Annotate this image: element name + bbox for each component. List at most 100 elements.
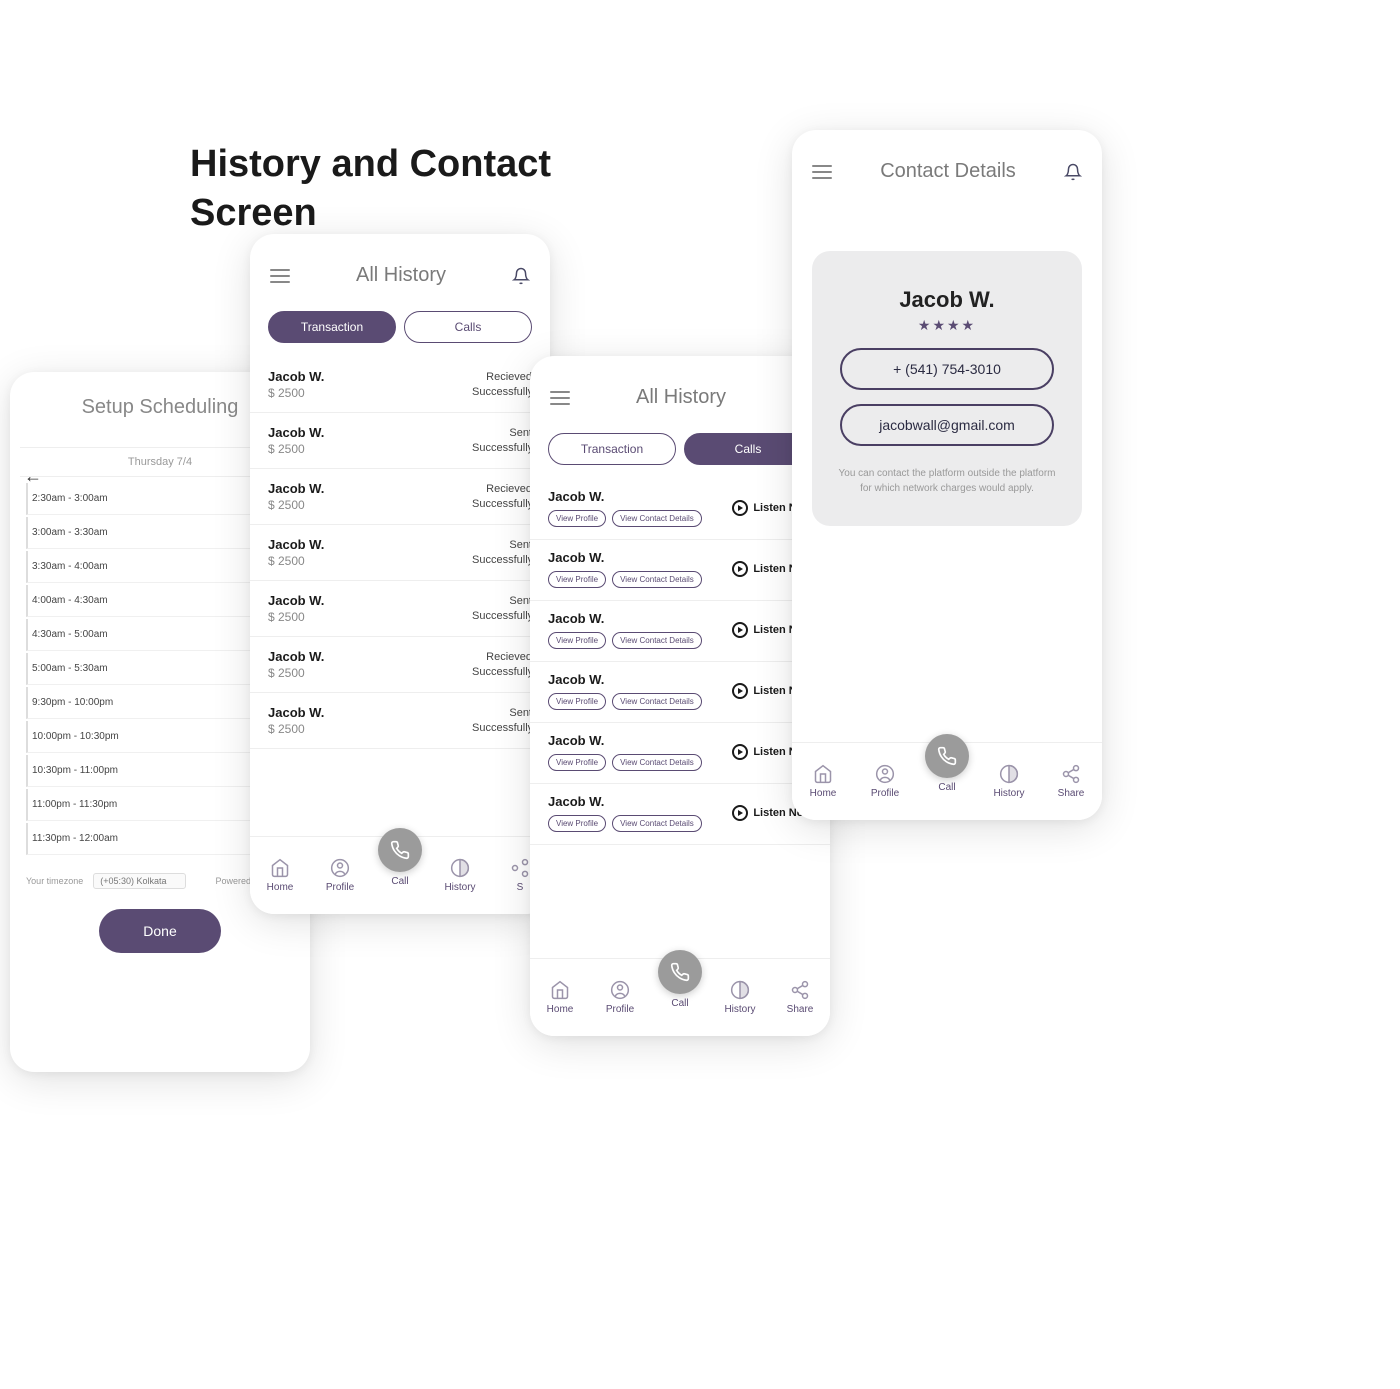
txn-amount: $ 2500 <box>268 554 324 568</box>
call-row: Jacob W.View ProfileView Contact Details… <box>530 723 830 784</box>
nav-home[interactable]: Home <box>792 764 854 799</box>
contact-name: Jacob W. <box>832 287 1062 313</box>
tab-transaction[interactable]: Transaction <box>268 311 396 343</box>
history-icon <box>999 764 1019 784</box>
nav-history[interactable]: History <box>710 980 770 1015</box>
txn-amount: $ 2500 <box>268 666 324 680</box>
view-profile-button[interactable]: View Profile <box>548 632 606 649</box>
view-profile-button[interactable]: View Profile <box>548 815 606 832</box>
call-row: Jacob W. View Profile View Contact Details… <box>530 784 830 845</box>
txn-name: Jacob W. <box>268 481 324 496</box>
call-row: Jacob W. View Profile View Contact Details… <box>530 540 830 601</box>
page-heading: History and Contact Screen <box>190 140 551 239</box>
tab-calls[interactable]: Calls <box>404 311 532 343</box>
txn-amount: $ 2500 <box>268 442 324 456</box>
transaction-row[interactable]: Jacob W. $ 2500 RecievedSuccessfully <box>250 469 550 525</box>
call-row: Jacob W. View Profile View Contact Details… <box>530 479 830 540</box>
profile-icon <box>610 980 630 1000</box>
tab-transaction[interactable]: Transaction <box>548 433 676 465</box>
history-icon <box>450 858 470 878</box>
view-contact-button[interactable]: View Contact Details <box>612 693 702 710</box>
history-title: All History <box>636 386 726 409</box>
transaction-row[interactable]: Jacob W. $ 2500 SentSuccessfully <box>250 581 550 637</box>
call-row: Jacob W. View Profile View Contact Details… <box>530 601 830 662</box>
call-name: Jacob W. <box>548 489 702 504</box>
txn-amount: $ 2500 <box>268 386 324 400</box>
nav-profile[interactable]: Profile <box>310 858 370 893</box>
phone-chip[interactable]: + (541) 754-3010 <box>840 348 1054 390</box>
share-icon <box>790 980 810 1000</box>
call-name: Jacob W. <box>548 550 702 565</box>
call-name: Jacob W. <box>548 611 702 626</box>
view-profile-button[interactable]: View Profile <box>548 693 606 710</box>
view-profile-button[interactable]: View Profile <box>548 754 606 771</box>
transaction-row[interactable]: Jacob W.$ 2500RecievedSuccessfully <box>250 357 550 413</box>
bell-icon[interactable] <box>1064 163 1082 181</box>
txn-name: Jacob W. <box>268 593 324 608</box>
bottom-nav: Home Profile Call History Share <box>792 742 1102 820</box>
play-icon <box>732 500 748 516</box>
txn-name: Jacob W. <box>268 537 324 552</box>
bell-icon[interactable] <box>512 267 530 285</box>
bottom-nav: Home Profile Call History S <box>250 836 550 914</box>
bottom-nav: Home Profile Call History Share <box>530 958 830 1036</box>
profile-icon <box>875 764 895 784</box>
txn-status: RecievedSuccessfully <box>472 650 532 679</box>
back-arrow-icon[interactable]: ← <box>24 466 42 487</box>
view-contact-button[interactable]: View Contact Details <box>612 815 702 832</box>
txn-status: SentSuccessfully <box>472 426 532 455</box>
txn-status: RecievedSuccessfully <box>472 482 532 511</box>
txn-name: Jacob W. <box>268 705 324 720</box>
view-contact-button[interactable]: View Contact Details <box>612 754 702 771</box>
timezone-select[interactable]: (+05:30) Kolkata <box>93 873 185 889</box>
home-icon <box>270 858 290 878</box>
nav-share[interactable]: Share <box>770 980 830 1015</box>
nav-home[interactable]: Home <box>250 858 310 893</box>
play-icon <box>732 622 748 638</box>
call-icon[interactable] <box>658 950 702 994</box>
contact-note: You can contact the platform outside the… <box>832 466 1062 496</box>
transaction-row[interactable]: Jacob W. $ 2500 SentSuccessfully <box>250 525 550 581</box>
view-contact-button[interactable]: View Contact Details <box>612 510 702 527</box>
txn-status: SentSuccessfully <box>472 538 532 567</box>
play-icon <box>732 561 748 577</box>
nav-profile[interactable]: Profile <box>854 764 916 799</box>
contact-title: Contact Details <box>880 160 1016 183</box>
menu-icon[interactable] <box>812 165 832 179</box>
screen-history-transaction: All History Transaction Calls Jacob W. $ … <box>250 234 550 914</box>
view-profile-button[interactable]: View Profile <box>548 571 606 588</box>
nav-call[interactable]: Call <box>370 828 430 887</box>
txn-amount: $ 2500 <box>268 722 324 736</box>
txn-amount: $ 2500 <box>268 498 324 512</box>
nav-call[interactable]: Call <box>916 734 978 793</box>
nav-history[interactable]: History <box>978 764 1040 799</box>
txn-status: SentSuccessfully <box>472 594 532 623</box>
nav-home[interactable]: Home <box>530 980 590 1015</box>
txn-status: RecievedSuccessfully <box>472 370 532 399</box>
call-name: Jacob W. <box>548 794 702 809</box>
share-icon <box>1061 764 1081 784</box>
history-title: All History <box>356 264 446 287</box>
play-icon <box>732 805 748 821</box>
transaction-row[interactable]: Jacob W.$ 2500RecievedSuccessfully <box>250 637 550 693</box>
view-profile-button[interactable]: View Profile <box>548 510 606 527</box>
txn-status: SentSuccessfully <box>472 706 532 735</box>
txn-amount: $ 2500 <box>268 610 324 624</box>
timezone-label: Your timezone <box>26 876 83 886</box>
play-icon <box>732 744 748 760</box>
call-icon[interactable] <box>378 828 422 872</box>
email-chip[interactable]: jacobwall@gmail.com <box>840 404 1054 446</box>
nav-share[interactable]: Share <box>1040 764 1102 799</box>
nav-history[interactable]: History <box>430 858 490 893</box>
view-contact-button[interactable]: View Contact Details <box>612 632 702 649</box>
share-icon <box>510 858 530 878</box>
view-contact-button[interactable]: View Contact Details <box>612 571 702 588</box>
call-icon[interactable] <box>925 734 969 778</box>
transaction-row[interactable]: Jacob W. $ 2500 SentSuccessfully <box>250 693 550 749</box>
menu-icon[interactable] <box>270 269 290 283</box>
transaction-row[interactable]: Jacob W.$ 2500SentSuccessfully <box>250 413 550 469</box>
done-button[interactable]: Done <box>99 909 220 953</box>
nav-call[interactable]: Call <box>650 950 710 1009</box>
nav-profile[interactable]: Profile <box>590 980 650 1015</box>
menu-icon[interactable] <box>550 391 570 405</box>
